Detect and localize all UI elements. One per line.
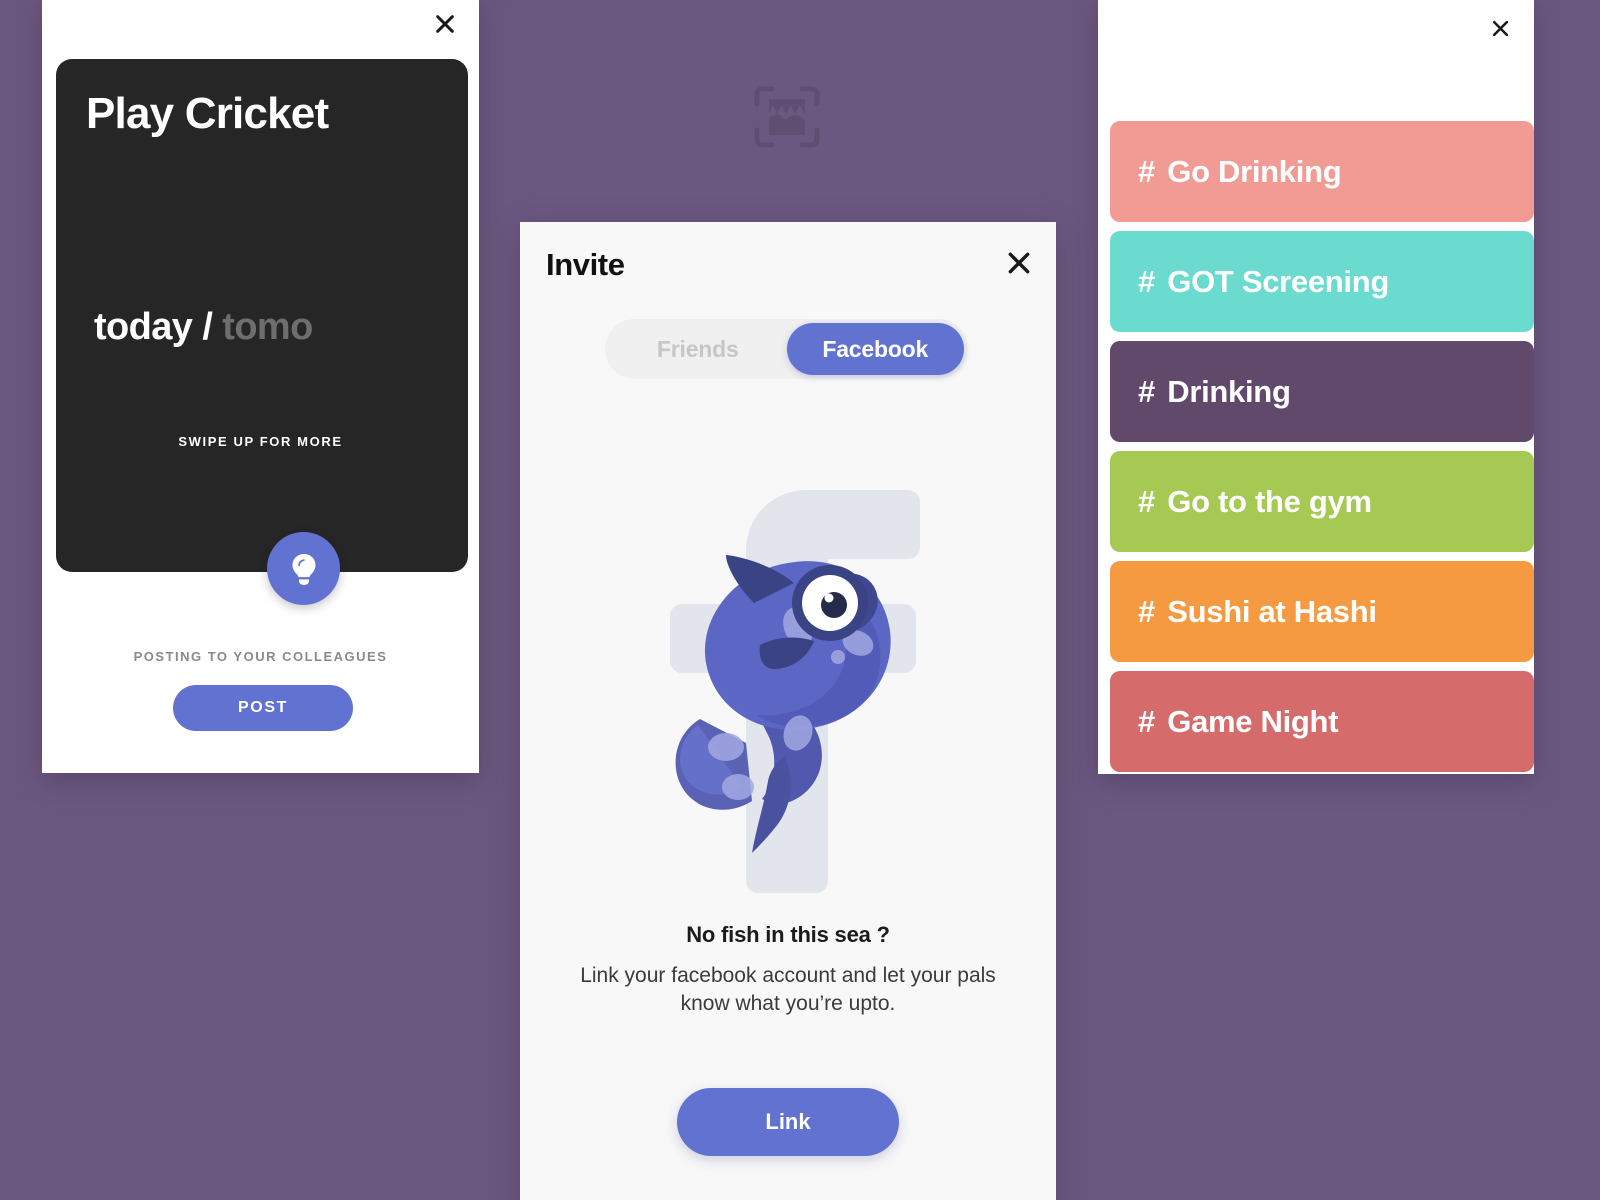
tab-facebook[interactable]: Facebook [786,323,964,375]
hash-symbol: # [1138,593,1156,629]
tag-pill[interactable]: # Go Drinking [1110,121,1534,222]
invite-card: Invite Friends Facebook No fish in this … [520,222,1056,1200]
facebook-fish-illustration [638,457,938,902]
invite-title: Invite [546,247,625,282]
tag-pill[interactable]: # Game Night [1110,671,1534,772]
tag-pill[interactable]: # GOT Screening [1110,231,1534,332]
hash-symbol: # [1138,153,1156,189]
link-facebook-button[interactable]: Link [677,1088,899,1156]
posting-audience-label: POSTING TO YOUR COLLEAGUES [133,649,388,664]
empty-state-headline: No fish in this sea ? [686,922,890,947]
hash-symbol: # [1138,483,1156,519]
scan-placeholder-icon [753,85,821,149]
tags-close-button[interactable] [1480,8,1520,48]
tag-list: # Go Drinking # GOT Screening # Drinking # Go t… [1110,121,1534,781]
close-icon [1492,20,1508,36]
compose-card: Play Cricket today / tomo SWIPE UP FOR M… [42,0,479,773]
tag-pill[interactable]: # Go to the gym [1110,451,1534,552]
suggested-tags-card: # Go Drinking # GOT Screening # Drinking # Go t… [1098,0,1534,774]
compose-close-button[interactable] [425,4,465,44]
invite-source-tabs: Friends Facebook [605,319,968,379]
when-today-label[interactable]: today [94,306,193,348]
tag-label: Drinking [1167,373,1291,409]
post-button[interactable]: POST [173,685,353,731]
invite-close-button[interactable] [998,242,1040,284]
tag-label: Sushi at Hashi [1167,593,1377,629]
hash-symbol: # [1138,703,1156,739]
when-selector[interactable]: today / tomo [94,306,313,349]
tag-pill[interactable]: # Drinking [1110,341,1534,442]
swipe-up-hint: SWIPE UP FOR MORE [178,434,343,449]
tab-friends[interactable]: Friends [609,323,787,375]
suggestions-fab-button[interactable] [267,532,340,605]
tag-label: Go Drinking [1167,153,1342,189]
close-icon [436,15,454,33]
when-tomorrow-label[interactable]: tomo [222,306,313,348]
tag-label: GOT Screening [1167,263,1390,299]
tag-pill[interactable]: # Sushi at Hashi [1110,561,1534,662]
lightbulb-icon [292,553,315,585]
when-separator: / [202,306,213,348]
tag-label: Go to the gym [1167,483,1372,519]
tag-label: Game Night [1167,703,1339,739]
hash-symbol: # [1138,373,1156,409]
close-icon [1008,252,1030,274]
hash-symbol: # [1138,263,1156,299]
activity-title: Play Cricket [86,89,329,138]
empty-state-subtext: Link your facebook account and let your … [580,964,996,1015]
